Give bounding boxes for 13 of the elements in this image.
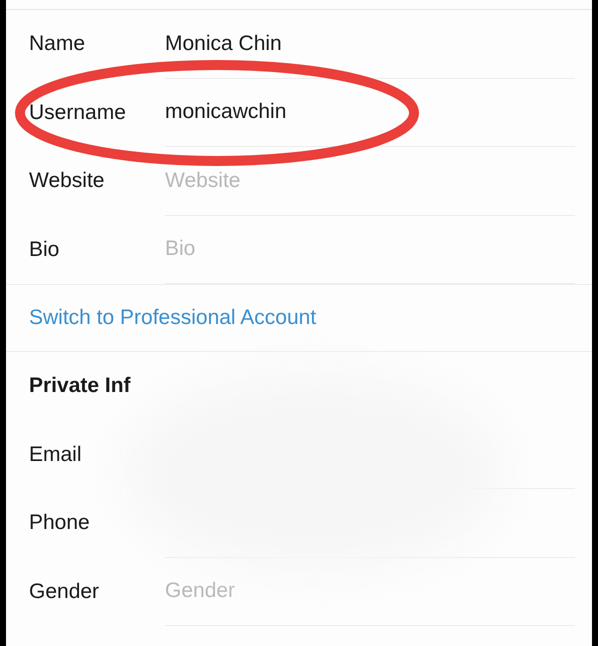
- input-field[interactable]: monicawchin: [165, 100, 300, 124]
- input-field[interactable]: Monica Chin: [165, 32, 300, 56]
- field-label: Website: [28, 169, 106, 194]
- input-field[interactable]: Gender: [165, 579, 300, 604]
- field-label: Phone: [28, 511, 91, 536]
- field-label: Email: [28, 442, 83, 467]
- input-field[interactable]: Website: [165, 168, 300, 193]
- field-label: Bio: [28, 238, 60, 262]
- field-label: Name: [28, 32, 86, 56]
- input-field[interactable]: Bio: [165, 237, 300, 262]
- section-title: Private Inf: [29, 374, 131, 398]
- field-label: Username: [28, 100, 127, 125]
- field-label: Gender: [28, 580, 100, 604]
